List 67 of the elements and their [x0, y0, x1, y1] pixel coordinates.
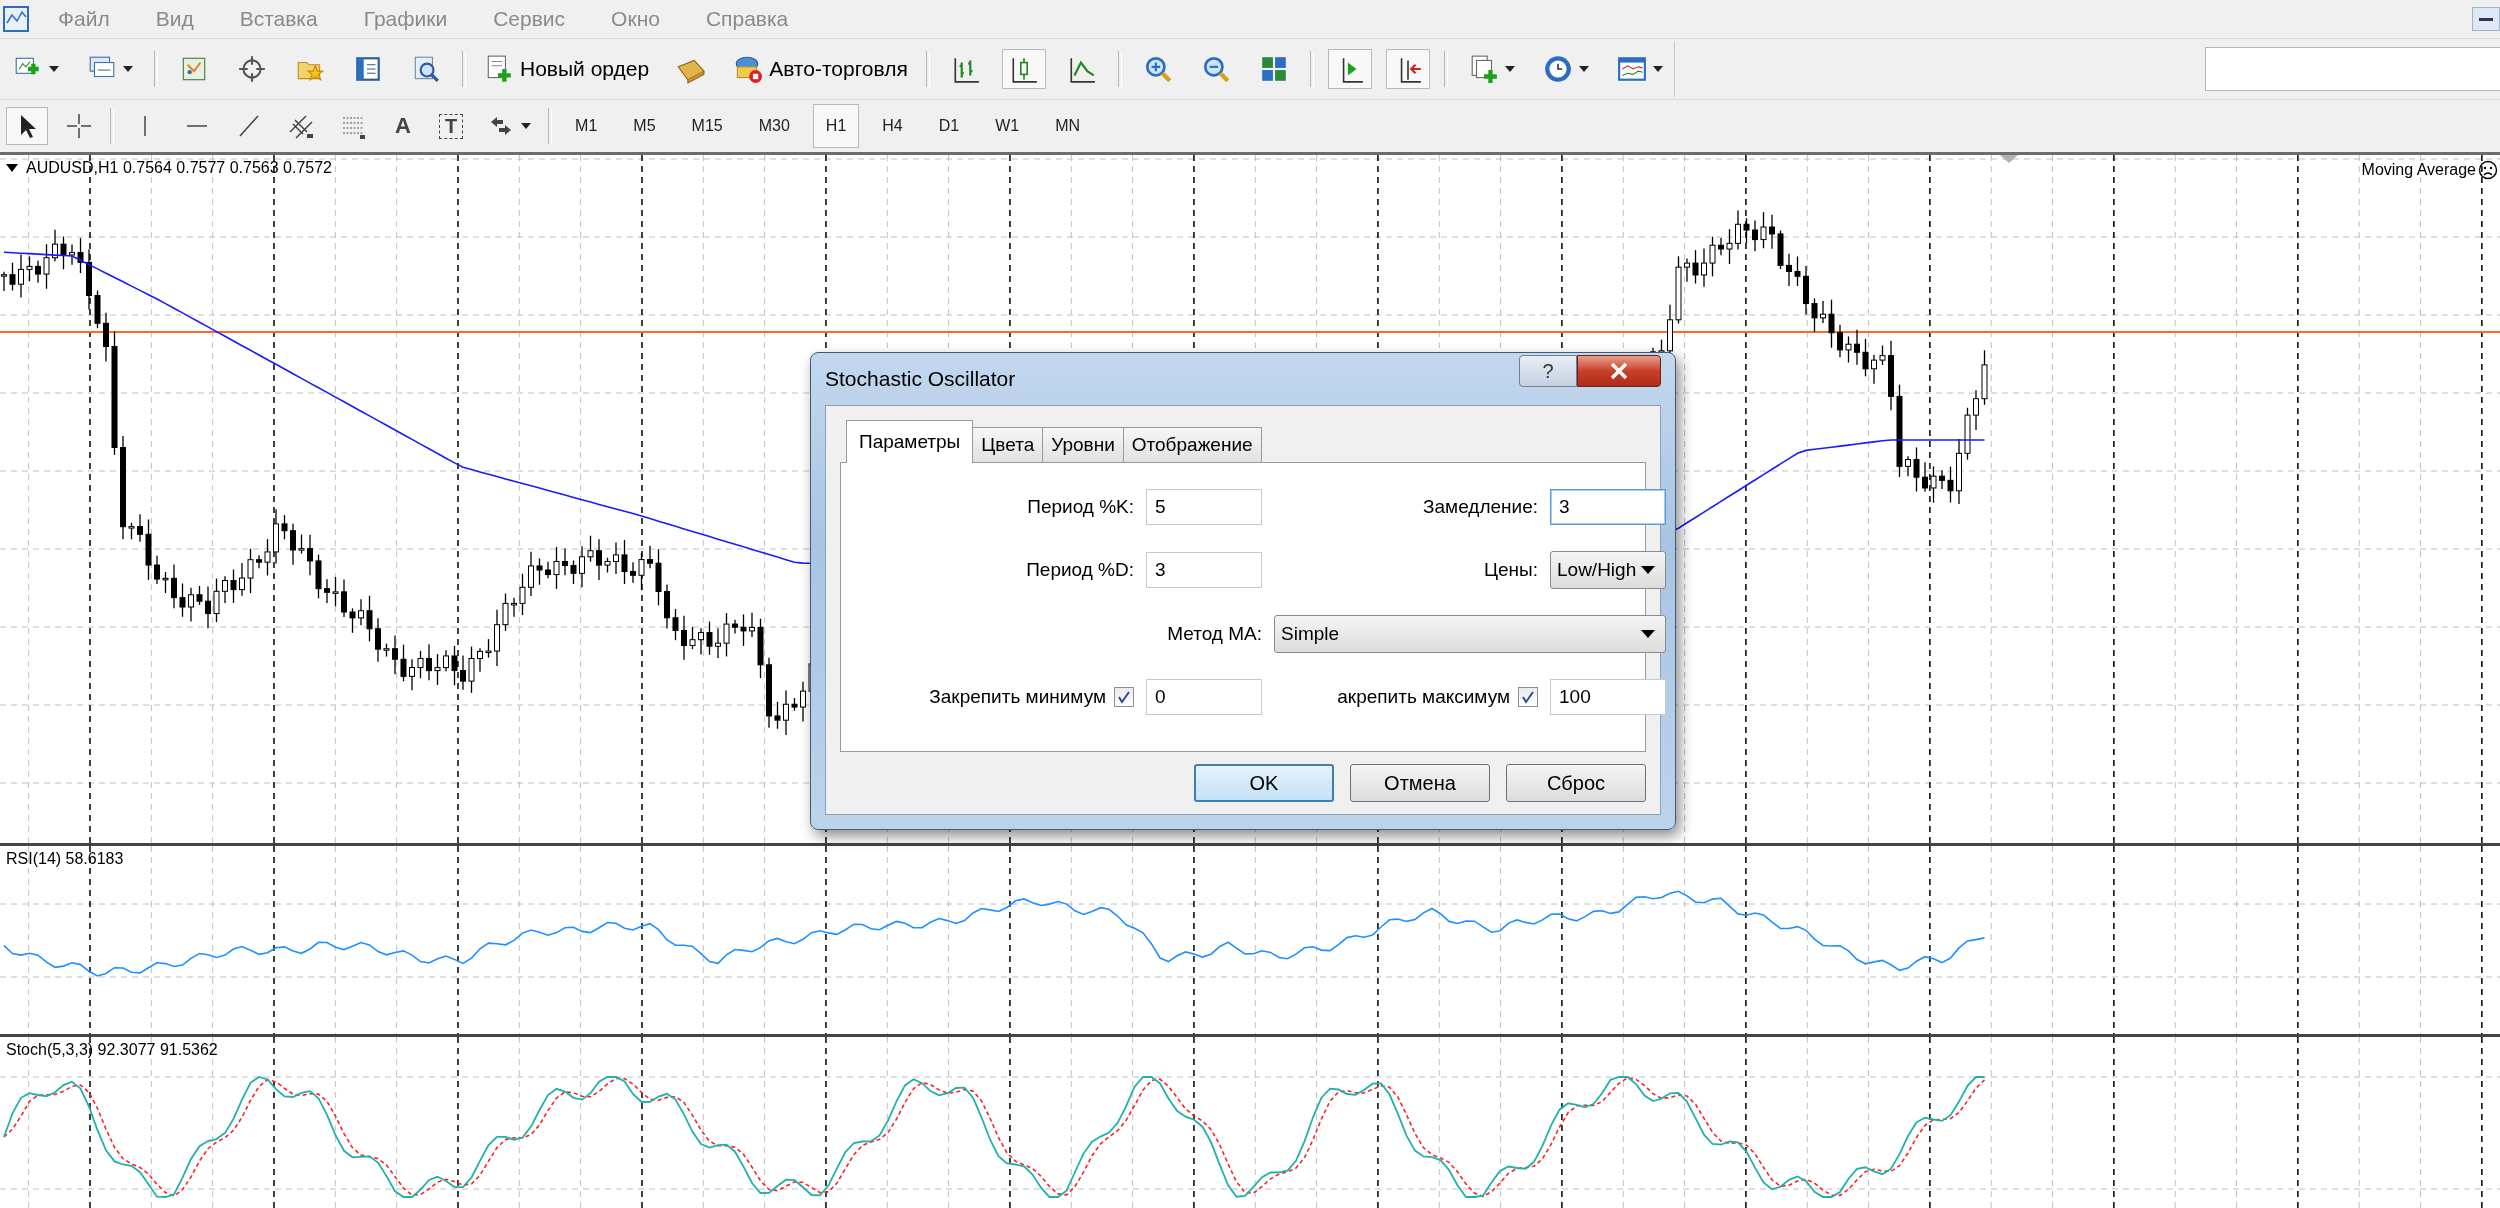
field-label: Замедление:: [1422, 496, 1538, 518]
pressed-toggle-button[interactable]: [6, 107, 48, 145]
timeframe-button[interactable]: M5: [620, 104, 669, 148]
terminal-window-icon[interactable]: [353, 54, 383, 84]
auto-trading-button[interactable]: Авто-торговля: [727, 50, 912, 88]
input-field[interactable]: 3: [1550, 489, 1666, 525]
checkbox-label: акрепить максимум: [1337, 686, 1510, 708]
caret-icon: [1641, 630, 1655, 638]
stochastic-label: Stoch(5,3,3) 92.3077 91.5362: [6, 1041, 218, 1059]
tab[interactable]: Параметры: [846, 420, 974, 463]
field-label: Период %K:: [1026, 496, 1134, 518]
help-button[interactable]: ?: [1519, 355, 1577, 387]
dialog-button[interactable]: OK: [1194, 764, 1334, 802]
dropdown[interactable]: Low/High: [1550, 551, 1666, 589]
symbol-label: AUDUSD,H1 0.7564 0.7577 0.7563 0.7572: [26, 159, 332, 177]
pressed-toggle-button[interactable]: [1001, 49, 1046, 89]
tab[interactable]: Цвета: [972, 427, 1044, 462]
checkbox[interactable]: [1114, 687, 1134, 707]
timeframe-button[interactable]: MN: [1042, 104, 1094, 148]
caret-icon[interactable]: [49, 66, 59, 72]
input-field[interactable]: 3: [1146, 552, 1262, 588]
crosshair-target-icon[interactable]: [237, 54, 267, 84]
dialog-button[interactable]: Отмена: [1350, 764, 1490, 802]
minimize-icon: [2479, 17, 2493, 21]
timeframe-button[interactable]: H1: [812, 104, 860, 148]
pressed-toggle-button[interactable]: [1327, 49, 1372, 89]
text-label-tool[interactable]: T: [438, 113, 464, 139]
dialog-title: Stochastic Oscillator: [825, 367, 1016, 391]
caret-icon[interactable]: [1578, 66, 1589, 72]
search-field[interactable]: [2205, 47, 2500, 91]
checkbox-label: Закрепить минимум: [929, 686, 1106, 708]
field-label: Цены:: [1482, 559, 1538, 581]
rsi-label: RSI(14) 58.6183: [6, 850, 124, 868]
timeframe-button[interactable]: M15: [678, 104, 736, 148]
caret-icon[interactable]: [1652, 66, 1663, 72]
caret-icon[interactable]: [1504, 66, 1515, 72]
text-tool[interactable]: A: [384, 110, 422, 142]
indicator-label: Moving Average: [2361, 161, 2476, 179]
dropdown-triangle-icon[interactable]: [6, 164, 18, 172]
timeframe-button[interactable]: M30: [745, 104, 803, 148]
chart-window-icon[interactable]: [2, 5, 30, 33]
minimize-button[interactable]: [2472, 7, 2500, 31]
close-icon: [1608, 362, 1630, 380]
timeframe-button[interactable]: W1: [982, 104, 1033, 148]
timeframe-button[interactable]: D1: [925, 104, 973, 148]
crosshair-icon[interactable]: [65, 112, 93, 140]
field-label: Период %D:: [1025, 559, 1134, 581]
input-field[interactable]: 100: [1550, 679, 1666, 715]
tab[interactable]: Отображение: [1122, 427, 1262, 462]
close-button[interactable]: [1577, 355, 1661, 387]
dropdown[interactable]: Simple: [1274, 615, 1666, 653]
tab[interactable]: Уровни: [1042, 427, 1124, 462]
field-label: Метод MA:: [1166, 623, 1262, 645]
timeframe-button[interactable]: M1: [562, 104, 611, 148]
dialog-button[interactable]: Сброс: [1506, 764, 1646, 802]
channel-icon[interactable]: [287, 112, 315, 140]
timeframe-button[interactable]: H4: [869, 104, 916, 148]
caret-icon[interactable]: [123, 66, 133, 72]
clock-icon[interactable]: [1542, 54, 1573, 84]
checkbox[interactable]: [1518, 687, 1538, 707]
template-icon[interactable]: [1616, 54, 1647, 84]
caret-icon[interactable]: [521, 123, 532, 129]
new-order-button[interactable]: Новый ордер: [480, 50, 654, 88]
caret-icon: [1641, 566, 1655, 574]
input-field[interactable]: 5: [1146, 489, 1262, 525]
pressed-toggle-button[interactable]: [1385, 49, 1430, 89]
input-field[interactable]: 0: [1146, 679, 1262, 715]
